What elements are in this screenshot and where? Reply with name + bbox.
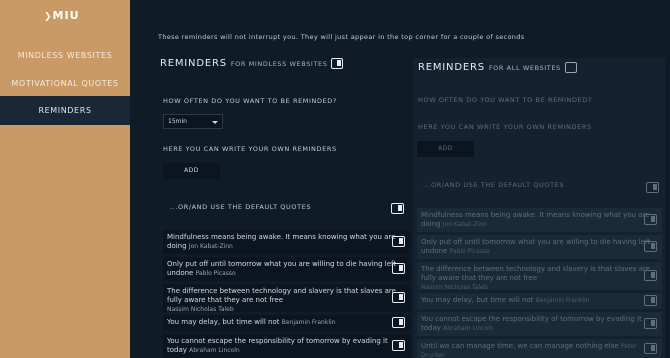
reminder-notice: These reminders will not interrupt you. … (158, 33, 525, 41)
quote-item: The difference between technology and sl… (163, 284, 410, 313)
default-quotes-label: ...OR/AND USE THE DEFAULT QUOTES (423, 181, 565, 189)
quote-item: The difference between technology and sl… (417, 262, 662, 291)
quote-toggle[interactable] (392, 317, 405, 328)
chevron-down-icon (212, 121, 218, 124)
quote-toggle[interactable] (644, 270, 657, 281)
add-reminder-button[interactable]: ADD (163, 163, 220, 179)
quote-item: Until we can manage time, we can manage … (417, 339, 662, 358)
quote-item: Only put off until tomorrow what you are… (417, 235, 662, 259)
all-websites-reminders-toggle[interactable] (564, 62, 577, 73)
quote-toggle[interactable] (644, 214, 657, 225)
quote-item: You cannot escape the responsibility of … (417, 312, 662, 336)
sidebar-item-reminders[interactable]: REMINDERS (0, 96, 130, 125)
quote-toggle[interactable] (644, 318, 657, 329)
quote-item: Only put off until tomorrow what you are… (163, 257, 410, 281)
add-reminder-button[interactable]: ADD (417, 141, 474, 157)
quote-toggle[interactable] (392, 292, 405, 303)
quote-item: You may delay, but time will not Benjami… (163, 315, 410, 331)
quote-item: Mindfulness means being awake. It means … (417, 208, 662, 232)
default-quotes-label: ...OR/AND USE THE DEFAULT QUOTES (170, 203, 312, 211)
mindless-reminders-section: REMINDERS FOR MINDLESS WEBSITES HOW OFTE… (160, 58, 410, 358)
quote-item: You may delay, but time will not Benjami… (417, 293, 662, 309)
quote-toggle[interactable] (644, 295, 657, 306)
sidebar: ❯MIU MINDLESS WEBSITES MOTIVATIONAL QUOT… (0, 0, 130, 358)
app-logo: ❯MIU (44, 9, 80, 22)
quote-toggle[interactable] (644, 342, 657, 354)
all-websites-reminders-section: REMINDERS FOR ALL WEBSITES HOW OFTEN DO … (413, 58, 665, 358)
write-own-label: HERE YOU CAN WRITE YOUR OWN REMINDERS (163, 145, 337, 153)
default-quotes-toggle[interactable] (646, 182, 659, 193)
quote-item: Mindfulness means being awake. It means … (163, 230, 410, 254)
frequency-select[interactable]: 15min (163, 114, 223, 129)
quote-toggle[interactable] (392, 340, 405, 351)
main-panel: These reminders will not interrupt you. … (130, 0, 670, 358)
sidebar-item-motivational-quotes[interactable]: MOTIVATIONAL QUOTES (0, 79, 130, 88)
sidebar-item-mindless-websites[interactable]: MINDLESS WEBSITES (0, 51, 130, 60)
quote-toggle[interactable] (392, 263, 405, 274)
write-own-label: HERE YOU CAN WRITE YOUR OWN REMINDERS (418, 123, 592, 131)
how-often-label: HOW OFTEN DO YOU WANT TO BE REMINDED? (418, 96, 592, 104)
section-title: REMINDERS FOR ALL WEBSITES (418, 62, 577, 73)
quote-toggle[interactable] (392, 236, 405, 247)
default-quotes-toggle[interactable] (391, 203, 404, 214)
quote-item: You cannot escape the responsibility of … (163, 334, 410, 358)
quote-toggle[interactable] (644, 241, 657, 252)
how-often-label: HOW OFTEN DO YOU WANT TO BE REMINDED? (163, 97, 337, 105)
mindless-reminders-toggle[interactable] (331, 58, 344, 69)
section-title: REMINDERS FOR MINDLESS WEBSITES (160, 58, 410, 69)
